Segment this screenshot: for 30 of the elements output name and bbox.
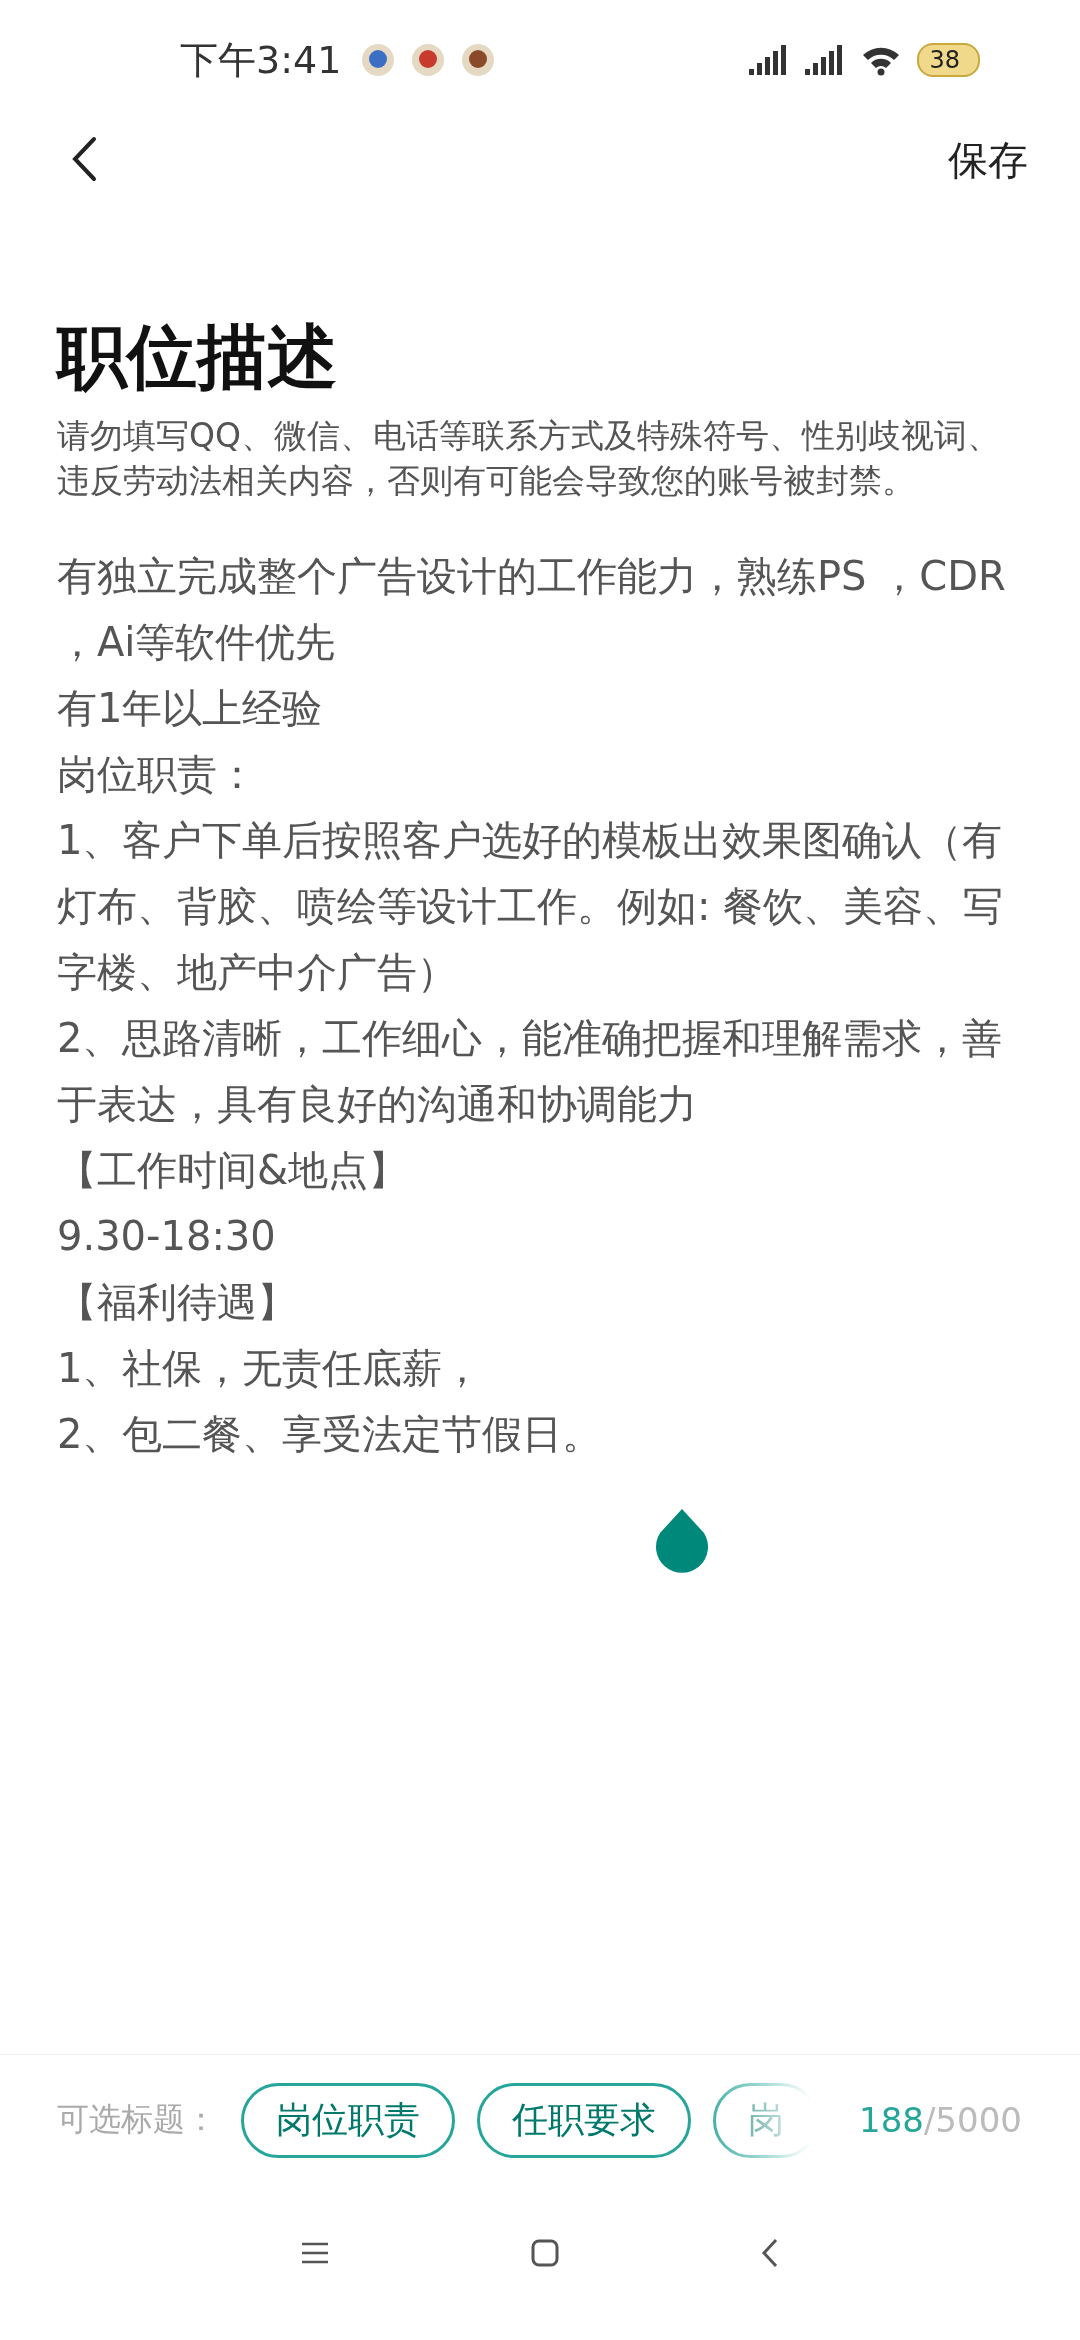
notice-text: 请勿填写QQ、微信、电话等联系方式及特殊符号、性别歧视词、违反劳动法相关内容，否则有可能会导致您的账号被封禁。 <box>57 415 1001 502</box>
back-icon <box>760 2236 780 2269</box>
app-notification-icon <box>411 43 446 77</box>
battery-level: 38 <box>917 43 980 77</box>
title-chip[interactable]: 岗位职责 <box>241 2082 455 2158</box>
description-line: 有独立完成整个广告设计的工作能力，熟练PS ，CDR ，Ai等软件优先 <box>57 552 1007 667</box>
menu-button[interactable] <box>300 2240 330 2265</box>
description-line: 有1年以上经验 <box>57 684 324 733</box>
character-limit: /5000 <box>923 2100 1022 2140</box>
description-line: 1、社保，无责任底薪， <box>57 1344 484 1393</box>
description-line: 【工作时间&地点】 <box>57 1146 410 1195</box>
save-button[interactable]: 保存 <box>948 132 1028 188</box>
app-notification-icon <box>361 43 396 77</box>
page-title: 职位描述 <box>57 315 338 400</box>
back-button[interactable] <box>760 2236 780 2269</box>
clock-time: 下午3:41 <box>180 36 342 84</box>
menu-icon <box>300 2240 330 2265</box>
app-notification-icon <box>461 43 496 77</box>
description-line: 2、包二餐、享受法定节假日。 <box>57 1410 604 1459</box>
description-line: 1、客户下单后按照客户选好的模板出效果图确认（有灯布、背胶、喷绘等设计工作。例如: 餐饮、美容、写字楼、地产中介广告） <box>57 816 1005 997</box>
suggested-titles-label: 可选标题： <box>57 2099 217 2140</box>
home-icon <box>530 2237 560 2268</box>
description-line: 岗位职责： <box>57 750 258 799</box>
description-line: 9.30-18:30 <box>57 1212 277 1261</box>
title-chip[interactable]: 任职要求 <box>477 2082 691 2158</box>
character-count: 188 <box>859 2100 924 2140</box>
home-button[interactable] <box>530 2237 560 2268</box>
back-icon <box>70 135 98 182</box>
description-line: 【福利待遇】 <box>57 1278 298 1327</box>
description-line: 2、思路清晰，工作细心，能准确把握和理解需求，善于表达，具有良好的沟通和协调能力 <box>57 1014 1004 1129</box>
